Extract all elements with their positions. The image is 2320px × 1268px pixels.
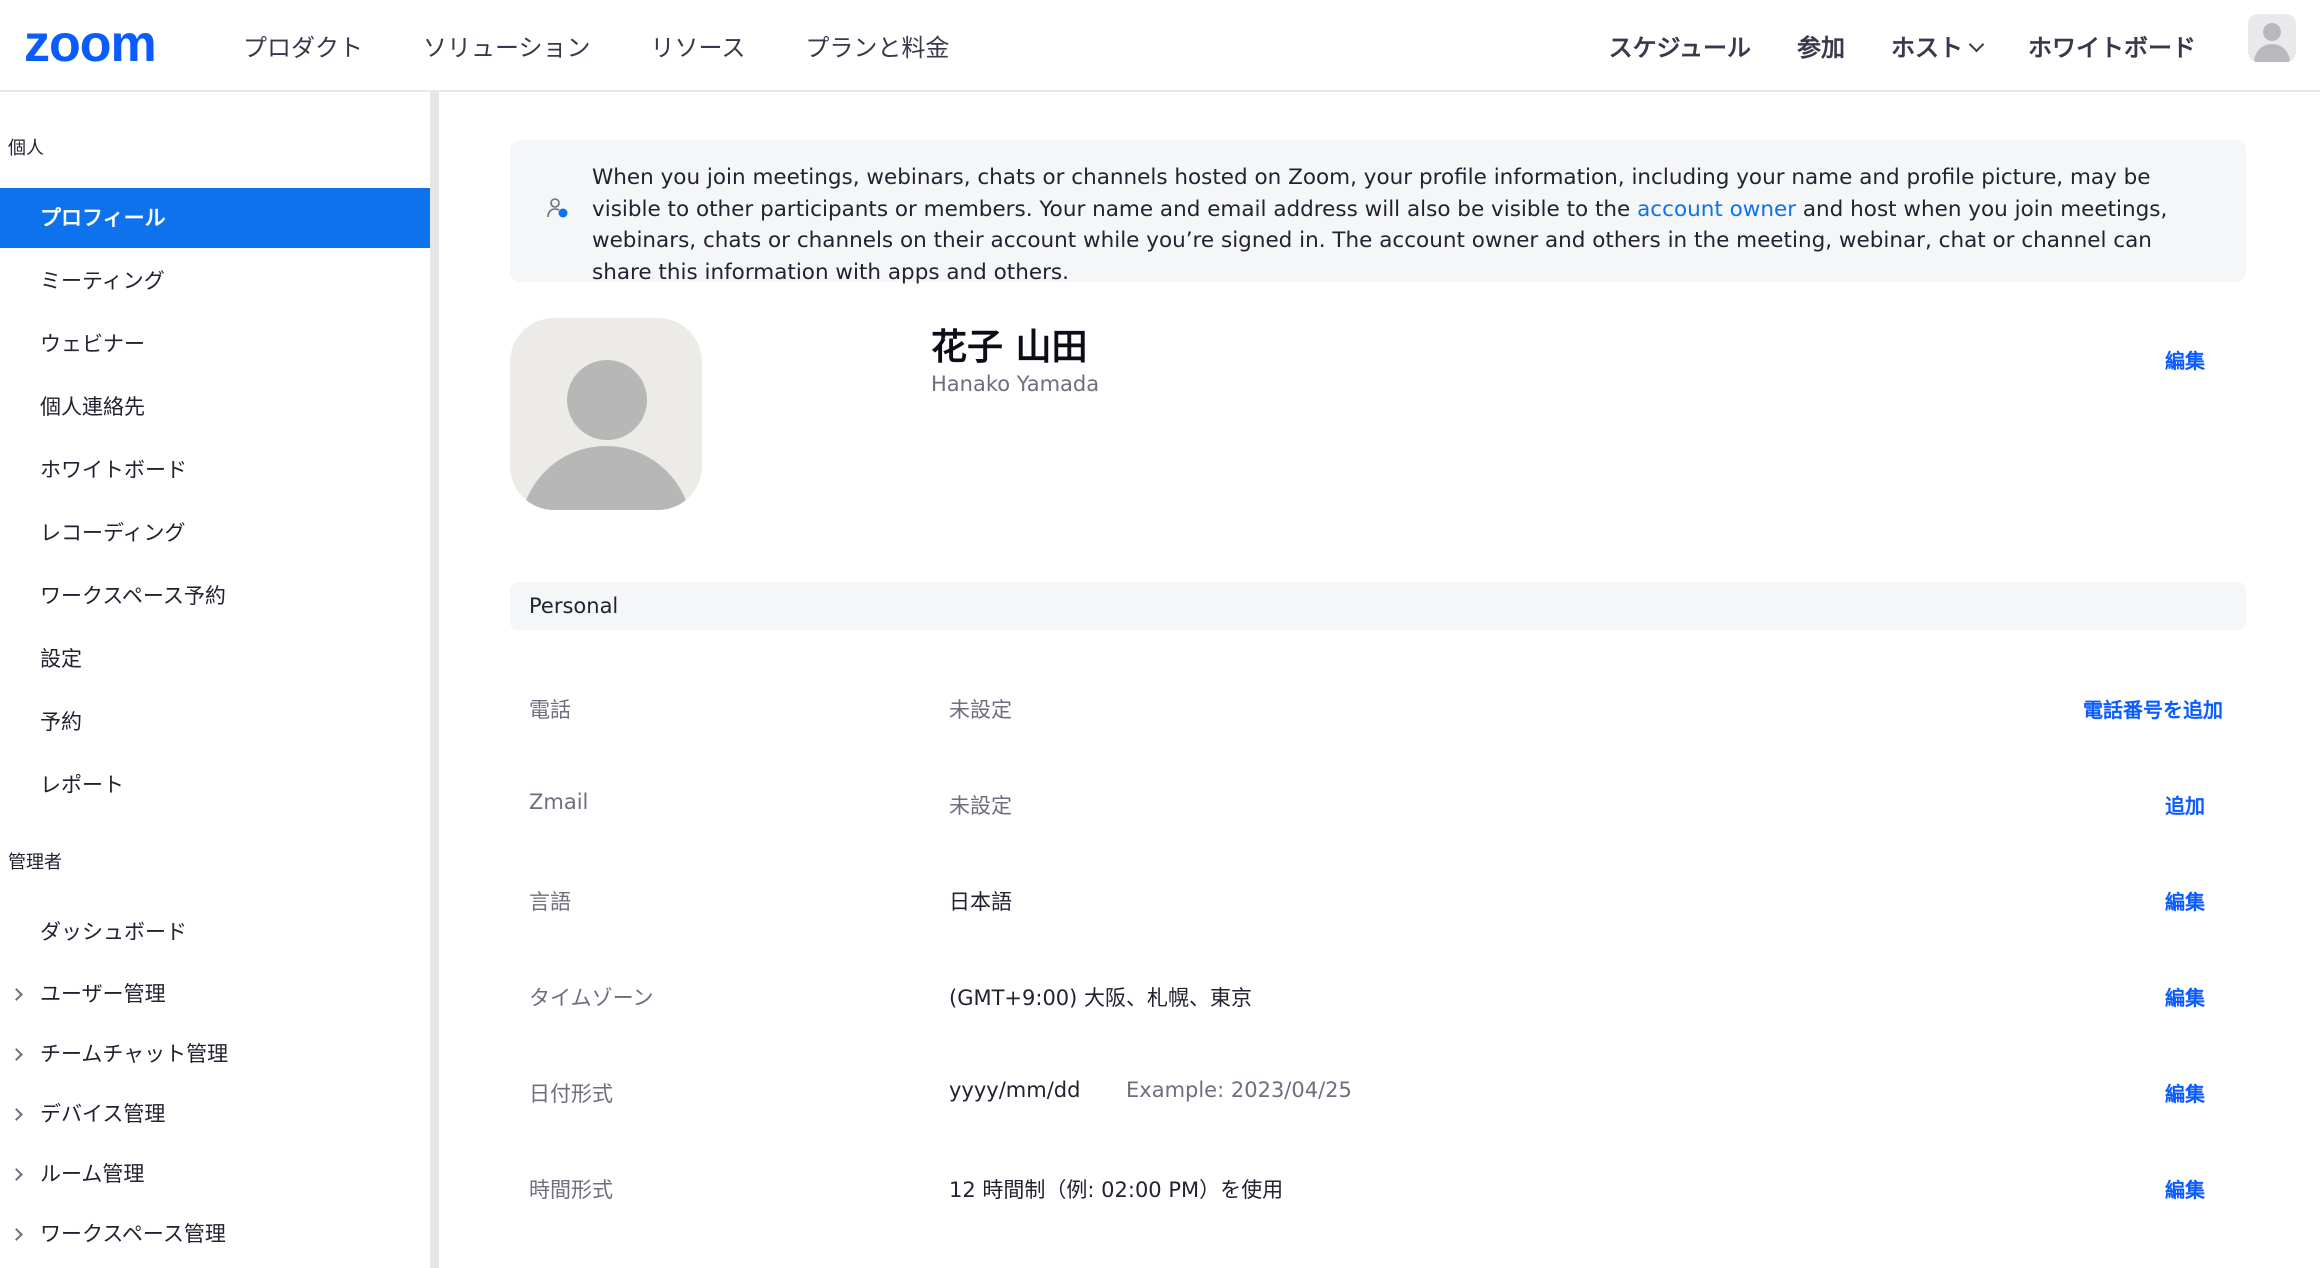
sidebar-item-settings[interactable]: 設定 [0,629,430,689]
user-privacy-icon [547,198,568,218]
phone-value: 未設定 [949,698,1012,722]
sidebar-item-user-management[interactable]: ユーザー管理 [0,964,430,1024]
secondary-nav: スケジュール 参加 ホスト ホワイトボード [1563,0,2196,90]
zmail-value: 未設定 [949,794,1012,818]
phone-label: 電話 [529,698,571,722]
edit-timezone-link[interactable]: 編集 [2165,982,2205,1011]
edit-date-format-link[interactable]: 編集 [2165,1078,2205,1107]
primary-nav: プロダクト ソリューション リソース プランと料金 [243,0,1009,90]
sidebar-item-personal-contacts[interactable]: 個人連絡先 [0,377,430,437]
nav-resources[interactable]: リソース [651,28,746,63]
nav-whiteboard[interactable]: ホワイトボード [2028,28,2196,63]
sidebar-scrollbar[interactable] [430,92,439,1268]
date-format-example: Example: 2023/04/25 [1126,1078,1352,1102]
avatar-body-icon [2254,44,2290,62]
nav-host[interactable]: ホスト [1891,28,1985,63]
time-format-label: 時間形式 [529,1178,613,1202]
sidebar-item-team-chat-management[interactable]: チームチャット管理 [0,1024,430,1084]
nav-solutions[interactable]: ソリューション [423,28,591,63]
sidebar-item-profile[interactable]: プロフィール [0,188,430,248]
chevron-down-icon [1968,36,1985,52]
zoom-logo[interactable]: zoom [24,16,157,72]
timezone-value: (GMT+9:00) 大阪、札幌、東京 [949,986,1253,1010]
sidebar-item-workspace-reservation[interactable]: ワークスペース予約 [0,566,430,626]
sidebar-item-workspace-management[interactable]: ワークスペース管理 [0,1204,430,1264]
nav-schedule[interactable]: スケジュール [1609,28,1751,63]
user-avatar-button[interactable] [2248,14,2296,62]
privacy-notice-banner: When you join meetings, webinars, chats … [510,140,2246,285]
account-owner-link[interactable]: account owner [1637,197,1796,222]
sidebar-item-whiteboards[interactable]: ホワイトボード [0,440,430,500]
chevron-right-icon [10,1228,23,1241]
profile-display-name: 花子 山田 [931,327,1088,368]
edit-profile-name-link[interactable]: 編集 [2165,345,2205,374]
chevron-right-icon [10,1048,23,1061]
nav-plans-pricing[interactable]: プランと料金 [805,28,949,63]
date-format-label: 日付形式 [529,1082,613,1106]
avatar-placeholder-body [520,446,692,510]
sidebar: 個人 プロフィール ミーティング ウェビナー 個人連絡先 ホワイトボード レコー… [0,92,430,1268]
nav-products[interactable]: プロダクト [243,28,363,63]
sidebar-section-personal: 個人 [8,138,44,159]
edit-time-format-link[interactable]: 編集 [2165,1174,2205,1203]
sidebar-item-webinars[interactable]: ウェビナー [0,314,430,374]
sidebar-item-reports[interactable]: レポート [0,755,430,815]
add-phone-number-link[interactable]: 電話番号を追加 [2083,694,2223,723]
sidebar-item-meetings[interactable]: ミーティング [0,251,430,311]
sidebar-item-label: ユーザー管理 [40,982,166,1006]
sidebar-item-dashboard[interactable]: ダッシュボード [0,902,430,962]
avatar-head-icon [2263,23,2281,41]
sidebar-item-label: ワークスペース管理 [40,1222,226,1246]
avatar-placeholder-head [567,360,647,440]
chevron-right-icon [10,1168,23,1181]
profile-picture[interactable] [510,318,702,510]
nav-host-label: ホスト [1891,33,1963,62]
language-value: 日本語 [949,890,1012,914]
personal-section-header: Personal [510,582,2246,630]
chevron-right-icon [10,1108,23,1121]
sidebar-item-room-management[interactable]: ルーム管理 [0,1144,430,1204]
time-format-value: 12 時間制（例: 02:00 PM）を使用 [949,1178,1284,1202]
sidebar-item-recordings[interactable]: レコーディング [0,503,430,563]
timezone-label: タイムゾーン [529,986,654,1010]
profile-alternate-name: Hanako Yamada [931,372,1100,396]
date-format-value: yyyy/mm/dd [949,1078,1081,1102]
sidebar-item-label: デバイス管理 [40,1102,166,1126]
chevron-right-icon [10,988,23,1001]
sidebar-item-label: ルーム管理 [40,1162,145,1186]
edit-language-link[interactable]: 編集 [2165,886,2205,915]
language-label: 言語 [529,890,571,914]
sidebar-section-admin: 管理者 [8,852,62,873]
nav-join[interactable]: 参加 [1797,28,1845,63]
zmail-label: Zmail [529,790,589,814]
top-navigation-bar: zoom プロダクト ソリューション リソース プランと料金 スケジュール 参加… [0,0,2320,92]
sidebar-item-device-management[interactable]: デバイス管理 [0,1084,430,1144]
sidebar-item-reservations[interactable]: 予約 [0,692,430,752]
sidebar-item-label: チームチャット管理 [40,1042,229,1066]
add-zmail-link[interactable]: 追加 [2165,790,2205,819]
